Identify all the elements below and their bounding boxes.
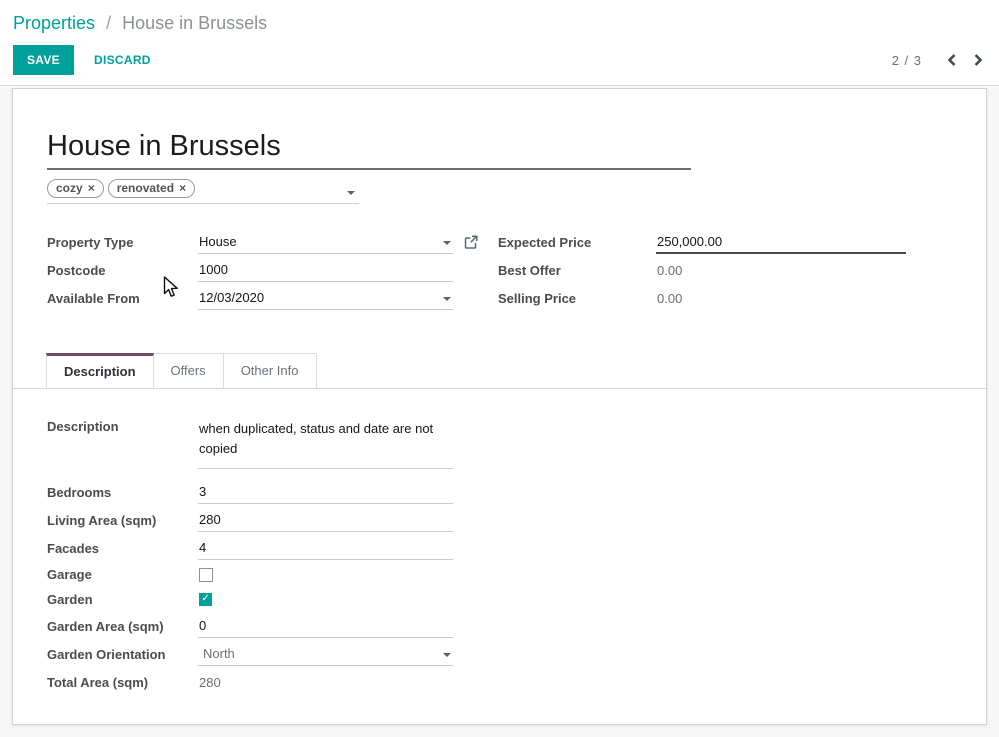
available-from-date-input[interactable]: 12/03/2020 (198, 287, 453, 310)
garden-label: Garden (47, 592, 198, 607)
field-row-garden-orientation: Garden Orientation North (47, 640, 952, 668)
tag-label: cozy (56, 181, 83, 195)
facades-label: Facades (47, 541, 198, 556)
garden-area-label: Garden Area (sqm) (47, 619, 198, 634)
field-group: Property Type House Postcode 1000 (47, 228, 952, 320)
description-label: Description (47, 416, 198, 434)
field-row-facades: Facades 4 (47, 534, 952, 562)
tag-remove-icon[interactable]: × (88, 182, 95, 194)
field-row-selling-price: Selling Price 0.00 (498, 284, 906, 312)
field-row-expected-price: Expected Price 250,000.00 (498, 228, 906, 256)
postcode-value: 1000 (199, 262, 228, 277)
property-type-label: Property Type (47, 235, 198, 250)
description-textarea[interactable]: when duplicated, status and date are not… (198, 416, 453, 469)
pager-previous-button[interactable] (944, 51, 960, 69)
tab-other-info[interactable]: Other Info (224, 353, 317, 388)
expected-price-value: 250,000.00 (657, 234, 722, 249)
notebook-tabbar: Description Offers Other Info (13, 353, 986, 389)
description-tab-panel: Description when duplicated, status and … (13, 389, 986, 696)
property-type-input[interactable]: House (198, 231, 453, 254)
total-area-value: 280 (198, 675, 221, 690)
breadcrumb: Properties / House in Brussels (13, 13, 267, 34)
bedrooms-input[interactable]: 3 (198, 481, 453, 504)
pager: 2 / 3 (892, 51, 986, 69)
tag-cozy: cozy × (47, 179, 104, 198)
property-name-input[interactable]: House in Brussels (47, 130, 691, 163)
tags-dropdown-caret-icon[interactable] (347, 191, 355, 195)
selling-price-value: 0.00 (656, 291, 682, 306)
breadcrumb-properties-link[interactable]: Properties (13, 13, 95, 33)
selling-price-label: Selling Price (498, 291, 656, 306)
title-field: House in Brussels (47, 130, 691, 170)
field-row-best-offer: Best Offer 0.00 (498, 256, 906, 284)
field-group-right: Expected Price 250,000.00 Best Offer 0.0… (498, 228, 906, 312)
living-area-input[interactable]: 280 (198, 509, 453, 532)
chevron-right-icon (972, 53, 984, 67)
garage-label: Garage (47, 567, 198, 582)
save-button[interactable]: SAVE (13, 45, 74, 75)
field-row-garden: Garden (47, 587, 952, 612)
postcode-input[interactable]: 1000 (198, 259, 453, 282)
field-row-bedrooms: Bedrooms 3 (47, 478, 952, 506)
field-row-description: Description when duplicated, status and … (47, 416, 952, 469)
garden-orientation-select[interactable]: North (198, 643, 453, 666)
garden-checkbox[interactable] (199, 593, 212, 606)
pager-value: 2 / 3 (892, 53, 922, 68)
garden-orientation-label: Garden Orientation (47, 647, 198, 662)
expected-price-label: Expected Price (498, 235, 656, 250)
breadcrumb-separator: / (106, 13, 111, 33)
tag-renovated: renovated × (108, 179, 195, 198)
garden-area-input[interactable]: 0 (198, 615, 453, 638)
control-panel-buttons: SAVE DISCARD 2 / 3 (13, 46, 986, 74)
postcode-label: Postcode (47, 263, 198, 278)
select-caret-icon[interactable] (443, 653, 451, 657)
datepicker-caret-icon[interactable] (443, 297, 451, 301)
garden-orientation-value: North (203, 646, 235, 661)
dropdown-caret-icon[interactable] (443, 241, 451, 245)
external-link-icon[interactable] (464, 235, 478, 249)
tab-offers[interactable]: Offers (154, 353, 224, 388)
best-offer-label: Best Offer (498, 263, 656, 278)
tab-description[interactable]: Description (46, 353, 154, 388)
field-row-living-area: Living Area (sqm) 280 (47, 506, 952, 534)
available-from-label: Available From (47, 291, 198, 306)
living-area-label: Living Area (sqm) (47, 513, 198, 528)
tag-label: renovated (117, 181, 174, 195)
tags-field[interactable]: cozy × renovated × (47, 179, 359, 204)
control-panel: Properties / House in Brussels SAVE DISC… (0, 0, 999, 86)
facades-input[interactable]: 4 (198, 537, 453, 560)
breadcrumb-current: House in Brussels (122, 13, 267, 33)
tag-remove-icon[interactable]: × (179, 182, 186, 194)
total-area-label: Total Area (sqm) (47, 675, 198, 690)
garage-checkbox[interactable] (199, 568, 213, 582)
pager-next-button[interactable] (970, 51, 986, 69)
available-from-value: 12/03/2020 (199, 290, 264, 305)
best-offer-value: 0.00 (656, 263, 682, 278)
property-type-value: House (199, 234, 237, 249)
odoo-form-view: Properties / House in Brussels SAVE DISC… (0, 0, 999, 737)
field-row-garden-area: Garden Area (sqm) 0 (47, 612, 952, 640)
expected-price-input[interactable]: 250,000.00 (656, 231, 906, 254)
form-sheet: House in Brussels cozy × renovated × Pro… (12, 88, 987, 725)
bedrooms-label: Bedrooms (47, 485, 198, 500)
field-row-garage: Garage (47, 562, 952, 587)
chevron-left-icon (946, 53, 958, 67)
discard-button[interactable]: DISCARD (88, 46, 157, 74)
field-row-total-area: Total Area (sqm) 280 (47, 668, 952, 696)
